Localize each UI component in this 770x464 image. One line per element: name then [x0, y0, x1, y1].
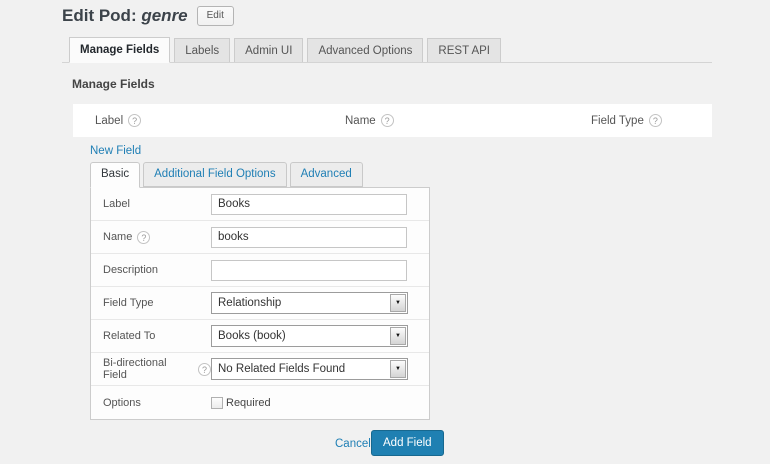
field-label-text: Options: [103, 396, 141, 409]
label-input[interactable]: [211, 193, 407, 215]
column-header-field-type: Field Type ?: [591, 104, 662, 137]
field-label: Name ?: [91, 230, 211, 244]
subtab-additional-field-options[interactable]: Additional Field Options: [143, 162, 287, 187]
form-row-options: Options Required: [91, 386, 429, 419]
selected-value: No Related Fields Found: [218, 363, 346, 375]
help-icon[interactable]: ?: [137, 230, 151, 244]
column-header-field-type-text: Field Type: [591, 114, 644, 127]
edit-pod-name-button[interactable]: Edit: [196, 6, 234, 26]
tab-manage-fields[interactable]: Manage Fields: [69, 37, 171, 63]
edit-pod-page: Edit Pod: genre Edit Manage Fields Labels…: [0, 0, 770, 464]
help-icon[interactable]: ?: [648, 114, 662, 127]
tab-rest-api[interactable]: REST API: [427, 38, 501, 62]
field-label: Description: [91, 264, 211, 276]
pod-name: genre: [141, 6, 188, 25]
form-row-description: Description: [91, 254, 429, 287]
field-label: Bi-directional Field ?: [91, 357, 211, 381]
page-title-prefix: Edit Pod:: [62, 6, 137, 25]
field-label-text: Related To: [103, 330, 156, 342]
selected-value: Relationship: [218, 297, 282, 309]
subtab-advanced[interactable]: Advanced: [289, 162, 363, 187]
related-to-select[interactable]: Books (book) ▼: [211, 325, 408, 347]
dropdown-arrow-icon[interactable]: ▼: [390, 294, 406, 312]
section-heading: Manage Fields: [72, 77, 155, 91]
field-label-text: Label: [103, 198, 130, 210]
field-label-text: Bi-directional Field: [103, 357, 167, 381]
page-title: Edit Pod: genre Edit: [62, 6, 234, 29]
form-row-label: Label: [91, 188, 429, 221]
help-icon[interactable]: ?: [128, 114, 142, 127]
form-row-field-type: Field Type Relationship ▼: [91, 287, 429, 320]
required-checkbox[interactable]: [211, 396, 223, 409]
form-row-bidirectional-field: Bi-directional Field ? No Related Fields…: [91, 353, 429, 386]
help-icon[interactable]: ?: [380, 114, 394, 127]
tab-labels[interactable]: Labels: [174, 38, 231, 62]
column-header-label-text: Label: [95, 114, 124, 127]
bidirectional-field-select[interactable]: No Related Fields Found ▼: [211, 358, 408, 380]
field-type-select[interactable]: Relationship ▼: [211, 292, 408, 314]
column-header-name: Name ?: [345, 104, 394, 137]
field-editor-subtabs: Basic Additional Field Options Advanced: [90, 162, 363, 188]
field-label-text: Description: [103, 264, 159, 276]
field-label: Related To: [91, 330, 211, 342]
field-label: Label: [91, 198, 211, 210]
dropdown-arrow-icon[interactable]: ▼: [390, 327, 406, 345]
form-row-name: Name ?: [91, 221, 429, 254]
field-label: Options: [91, 397, 211, 409]
subtab-basic[interactable]: Basic: [90, 162, 141, 188]
cancel-link[interactable]: Cancel: [335, 438, 371, 450]
tab-advanced-options[interactable]: Advanced Options: [307, 38, 424, 62]
main-tab-bar: Manage Fields Labels Admin UI Advanced O…: [62, 37, 712, 63]
dropdown-arrow-icon[interactable]: ▼: [390, 360, 406, 378]
field-label-text: Field Type: [103, 297, 154, 309]
description-input[interactable]: [211, 259, 407, 281]
add-field-button[interactable]: Add Field: [371, 430, 444, 456]
form-row-related-to: Related To Books (book) ▼: [91, 320, 429, 353]
fields-table-header: Label ? Name ? Field Type ?: [73, 104, 712, 137]
help-icon[interactable]: ?: [198, 362, 211, 376]
new-field-form: Label Name ? Description Field Type Rela…: [90, 187, 430, 420]
required-checkbox-label: Required: [226, 396, 271, 409]
new-field-link[interactable]: New Field: [90, 145, 141, 157]
field-label-text: Name: [103, 231, 133, 243]
column-header-name-text: Name: [345, 114, 376, 127]
column-header-label: Label ?: [95, 104, 142, 137]
selected-value: Books (book): [218, 330, 286, 342]
name-input[interactable]: [211, 226, 407, 248]
tab-admin-ui[interactable]: Admin UI: [234, 38, 304, 62]
field-label: Field Type: [91, 297, 211, 309]
